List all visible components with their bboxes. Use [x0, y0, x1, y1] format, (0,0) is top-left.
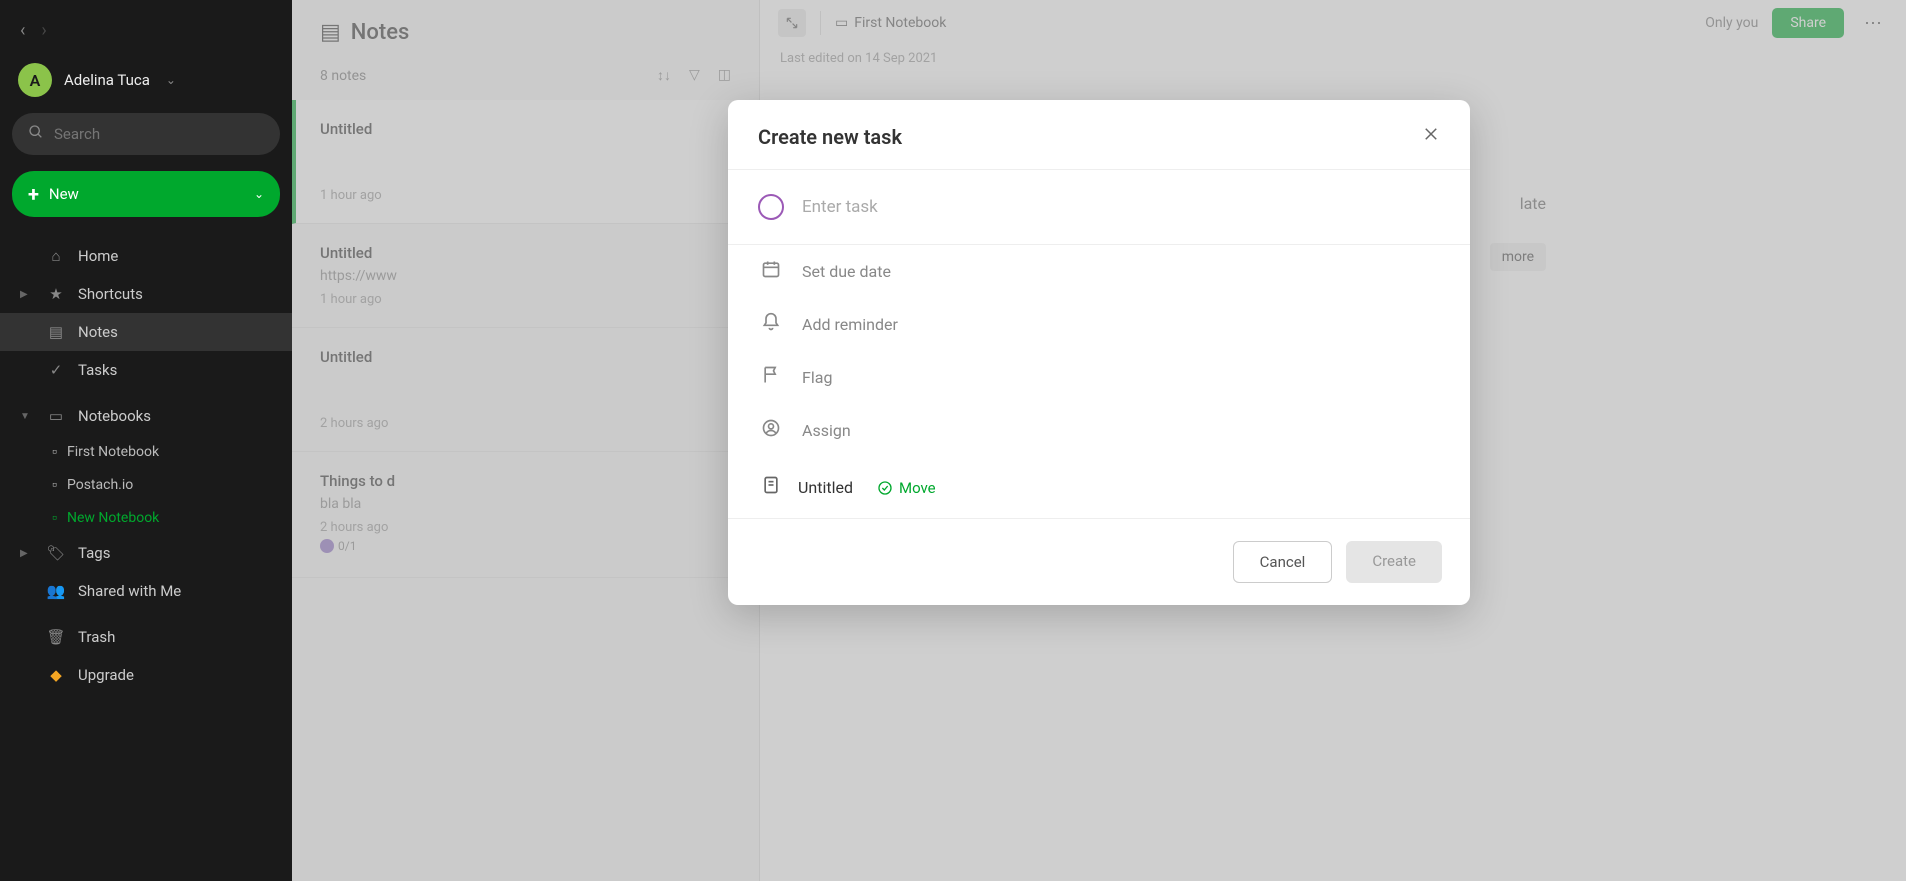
upgrade-icon: ◆	[46, 666, 66, 684]
forward-arrow-icon[interactable]: ›	[41, 20, 46, 41]
note-icon: ▤	[46, 323, 66, 341]
move-label: Move	[899, 479, 936, 497]
task-input-row	[728, 170, 1470, 244]
flag-icon	[758, 365, 784, 390]
modal-overlay: Create new task Set due date	[292, 0, 1906, 881]
trash-icon: 🗑	[46, 628, 66, 646]
option-assign[interactable]: Assign	[728, 404, 1470, 457]
option-label: Add reminder	[802, 315, 898, 334]
note-icon	[758, 475, 784, 500]
sidebar-item-upgrade[interactable]: ◆ Upgrade	[0, 656, 292, 694]
modal-footer: Cancel Create	[728, 518, 1470, 605]
notebook-item-postach[interactable]: ▫ Postach.io	[0, 468, 292, 501]
sidebar-item-tasks[interactable]: ✓ Tasks	[0, 351, 292, 389]
calendar-icon	[758, 259, 784, 284]
sidebar-item-shortcuts[interactable]: ▶ ★ Shortcuts	[0, 275, 292, 313]
option-due-date[interactable]: Set due date	[728, 245, 1470, 298]
notebook-icon: ▭	[46, 407, 66, 425]
back-arrow-icon[interactable]: ‹	[20, 20, 25, 41]
new-button-label: New	[49, 185, 244, 203]
cancel-button[interactable]: Cancel	[1233, 541, 1333, 583]
sidebar-item-label: Upgrade	[78, 666, 134, 684]
sidebar-item-shared[interactable]: 👥 Shared with Me	[0, 572, 292, 610]
notebook-icon: ▫	[52, 443, 57, 460]
search-icon	[28, 124, 44, 144]
option-label: Flag	[802, 368, 832, 387]
sidebar-item-label: Home	[78, 247, 118, 265]
expand-icon: ▶	[20, 289, 34, 300]
bell-icon	[758, 312, 784, 337]
modal-title: Create new task	[758, 125, 902, 149]
sidebar-item-label: Notes	[78, 323, 118, 341]
people-icon: 👥	[46, 582, 66, 600]
notebook-item-new[interactable]: ▫ New Notebook	[0, 501, 292, 534]
option-label: Assign	[802, 421, 851, 440]
user-menu[interactable]: A Adelina Tuca ⌄	[0, 53, 292, 113]
nav-arrows: ‹ ›	[0, 8, 292, 53]
move-link[interactable]: Move	[877, 479, 936, 497]
task-input[interactable]	[802, 197, 1440, 217]
notebook-icon: ▫	[52, 476, 57, 493]
sidebar-item-notebooks[interactable]: ▼ ▭ Notebooks	[0, 397, 292, 435]
option-label: Set due date	[802, 262, 891, 281]
sidebar-item-label: Tasks	[78, 361, 117, 379]
modal-note-name: Untitled	[798, 478, 853, 497]
sidebar-item-trash[interactable]: 🗑 Trash	[0, 618, 292, 656]
notebook-label: Postach.io	[67, 477, 133, 493]
create-task-modal: Create new task Set due date	[728, 100, 1470, 605]
expand-icon: ▼	[20, 411, 34, 422]
home-icon: ⌂	[46, 247, 66, 265]
new-button[interactable]: + New ⌄	[12, 171, 280, 217]
plus-icon: +	[28, 182, 39, 206]
star-icon: ★	[46, 285, 66, 303]
option-reminder[interactable]: Add reminder	[728, 298, 1470, 351]
close-button[interactable]	[1422, 124, 1440, 149]
expand-icon: ▶	[20, 548, 34, 559]
task-checkbox-icon[interactable]	[758, 194, 784, 220]
sidebar-item-label: Trash	[78, 628, 115, 646]
main-area: ▤ Notes 8 notes ↕↓ ▽ ◫ Untitled1 hour ag…	[292, 0, 1906, 881]
modal-header: Create new task	[728, 100, 1470, 169]
check-circle-icon: ✓	[46, 361, 66, 379]
person-icon	[758, 418, 784, 443]
user-name-label: Adelina Tuca	[64, 71, 150, 89]
notebook-plus-icon: ▫	[52, 509, 57, 526]
sidebar-item-tags[interactable]: ▶ 🏷 Tags	[0, 534, 292, 572]
sidebar-item-label: Shortcuts	[78, 285, 143, 303]
sidebar-item-label: Shared with Me	[78, 582, 181, 600]
tag-icon: 🏷	[46, 544, 66, 562]
search-input[interactable]	[54, 125, 264, 143]
notebook-label: First Notebook	[67, 444, 159, 460]
sidebar-item-notes[interactable]: ▤ Notes	[0, 313, 292, 351]
search-box[interactable]	[12, 113, 280, 155]
avatar: A	[18, 63, 52, 97]
create-button[interactable]: Create	[1346, 541, 1442, 583]
modal-note-row: Untitled Move	[728, 457, 1470, 518]
sidebar-item-home[interactable]: ⌂ Home	[0, 237, 292, 275]
sidebar: ‹ › A Adelina Tuca ⌄ + New ⌄ ⌂ Home ▶ ★ S…	[0, 0, 292, 881]
option-flag[interactable]: Flag	[728, 351, 1470, 404]
chevron-down-icon: ⌄	[254, 187, 264, 201]
sidebar-item-label: Tags	[78, 544, 110, 562]
chevron-down-icon: ⌄	[166, 73, 176, 87]
notebook-item-first[interactable]: ▫ First Notebook	[0, 435, 292, 468]
notebook-label: New Notebook	[67, 510, 159, 526]
sidebar-item-label: Notebooks	[78, 407, 151, 425]
